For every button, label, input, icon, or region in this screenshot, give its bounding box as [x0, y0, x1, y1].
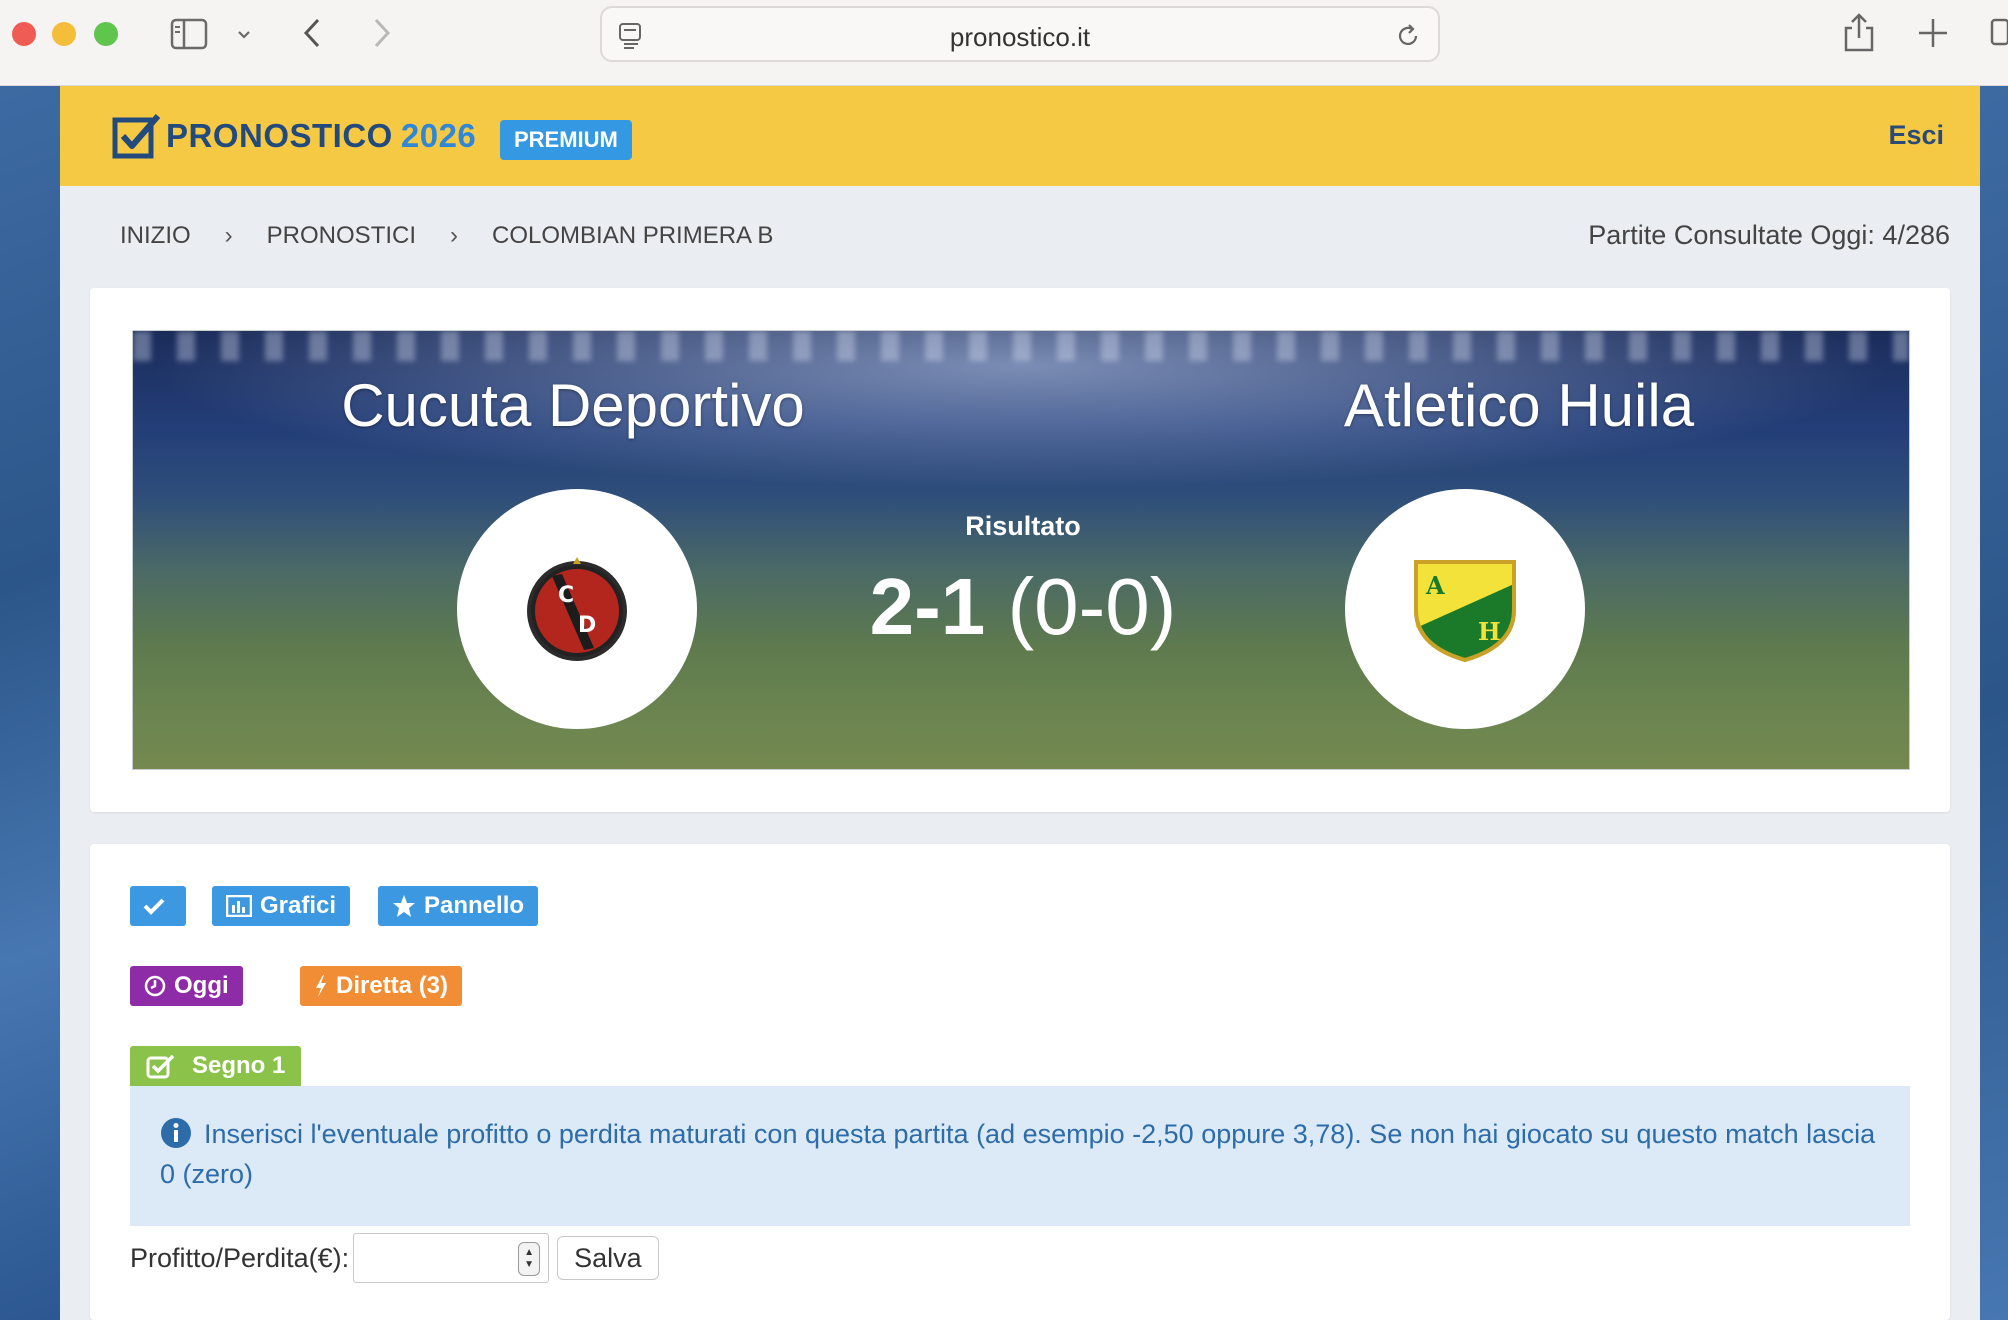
share-icon[interactable] — [1842, 12, 1876, 57]
check-button[interactable] — [130, 886, 186, 926]
info-text: Inserisci l'eventuale profitto o perdita… — [160, 1119, 1876, 1189]
bar-chart-icon — [226, 895, 252, 917]
prediction-badge: Segno 1 — [130, 1046, 302, 1086]
svg-text:C: C — [558, 583, 574, 608]
clock-icon — [144, 975, 166, 997]
home-team-badge: C D — [457, 489, 697, 729]
page-background-left — [0, 86, 60, 1320]
pannello-label: Pannello — [424, 892, 525, 919]
info-alert: Inserisci l'eventuale profitto o perdita… — [130, 1086, 1910, 1226]
premium-badge: PREMIUM — [500, 120, 632, 160]
svg-text:D: D — [578, 613, 596, 638]
svg-text:H: H — [1478, 617, 1501, 646]
bolt-icon — [316, 975, 326, 997]
logo-text: PRONOSTICO 2026 — [166, 117, 477, 154]
breadcrumb-separator: › — [224, 222, 233, 249]
profit-input[interactable]: ▲ ▼ — [353, 1233, 550, 1283]
stepper-up-icon[interactable]: ▲ — [524, 1247, 534, 1259]
pannello-button[interactable]: Pannello — [378, 886, 539, 926]
prediction-card: Grafici Pannello Oggi Diretta (3) Segno … — [90, 844, 1950, 1320]
huila-crest-icon: A H — [1414, 560, 1516, 663]
forward-icon[interactable] — [370, 16, 394, 55]
number-stepper[interactable]: ▲ ▼ — [518, 1242, 541, 1276]
stepper-down-icon[interactable]: ▼ — [524, 1259, 534, 1271]
url-text: pronostico.it — [949, 22, 1091, 52]
tab-overview-icon[interactable] — [1990, 14, 2008, 55]
check-square-icon — [146, 1054, 175, 1079]
stadium-banner: Cucuta Deportivo Atletico Huila C D Risu… — [132, 330, 1910, 770]
sidebar-toggle-icon[interactable] — [170, 18, 208, 55]
prediction-label: Segno 1 — [192, 1052, 286, 1079]
zoom-window-button[interactable] — [94, 22, 118, 46]
away-team-badge: A H — [1345, 489, 1585, 729]
consulted-counter: Partite Consultate Oggi: 4/286 — [1588, 220, 1950, 250]
result-score: 2-1 (0-0) — [823, 561, 1223, 653]
site-header: PRONOSTICO 2026 PREMIUM Esci — [60, 86, 1980, 186]
oggi-label: Oggi — [174, 972, 229, 999]
chevron-down-icon[interactable] — [236, 28, 252, 46]
halftime-score: (0-0) — [1007, 562, 1177, 651]
final-score: 2-1 — [869, 562, 986, 651]
close-window-button[interactable] — [12, 22, 36, 46]
stadium-lights — [133, 331, 1909, 361]
save-button[interactable]: Salva — [557, 1236, 659, 1280]
match-card: Cucuta Deportivo Atletico Huila C D Risu… — [90, 288, 1950, 812]
svg-text:A: A — [1425, 571, 1445, 600]
result-label: Risultato — [965, 511, 1081, 541]
reload-icon[interactable] — [1396, 22, 1422, 55]
minimize-window-button[interactable] — [52, 22, 76, 46]
home-team-name: Cucuta Deportivo — [341, 372, 805, 439]
breadcrumb-item-league[interactable]: COLOMBIAN PRIMERA B — [492, 222, 773, 250]
profit-label: Profitto/Perdita(€): — [130, 1242, 350, 1273]
diretta-label: Diretta (3) — [336, 972, 449, 999]
breadcrumb-separator: › — [450, 222, 459, 249]
page-content: PRONOSTICO 2026 PREMIUM Esci INIZIO › PRO… — [60, 86, 1980, 1320]
page-background-right — [1980, 86, 2008, 1320]
new-tab-icon[interactable] — [1916, 16, 1950, 55]
back-icon[interactable] — [300, 16, 324, 55]
site-logo[interactable]: PRONOSTICO 2026 — [112, 112, 476, 160]
breadcrumb-item-pronostici[interactable]: PRONOSTICI — [267, 222, 416, 250]
checkbox-logo-icon — [112, 114, 161, 159]
logout-link[interactable]: Esci — [1888, 120, 1944, 151]
breadcrumb: INIZIO › PRONOSTICI › COLOMBIAN PRIMERA … — [120, 222, 773, 250]
grafici-button[interactable]: Grafici — [212, 886, 351, 926]
oggi-button[interactable]: Oggi — [130, 966, 243, 1006]
diretta-button[interactable]: Diretta (3) — [300, 966, 463, 1006]
breadcrumb-item-home[interactable]: INIZIO — [120, 222, 191, 250]
check-icon — [143, 898, 165, 915]
browser-toolbar: pronostico.it — [0, 0, 2008, 86]
grafici-label: Grafici — [260, 892, 337, 919]
address-bar[interactable]: pronostico.it — [600, 6, 1440, 62]
star-icon — [393, 895, 415, 917]
info-icon — [161, 1118, 191, 1148]
cucuta-crest-icon: C D — [527, 557, 627, 661]
away-team-name: Atletico Huila — [1343, 372, 1695, 439]
profit-form: Profitto/Perdita(€): ▲ ▼ Salva — [130, 1232, 659, 1284]
